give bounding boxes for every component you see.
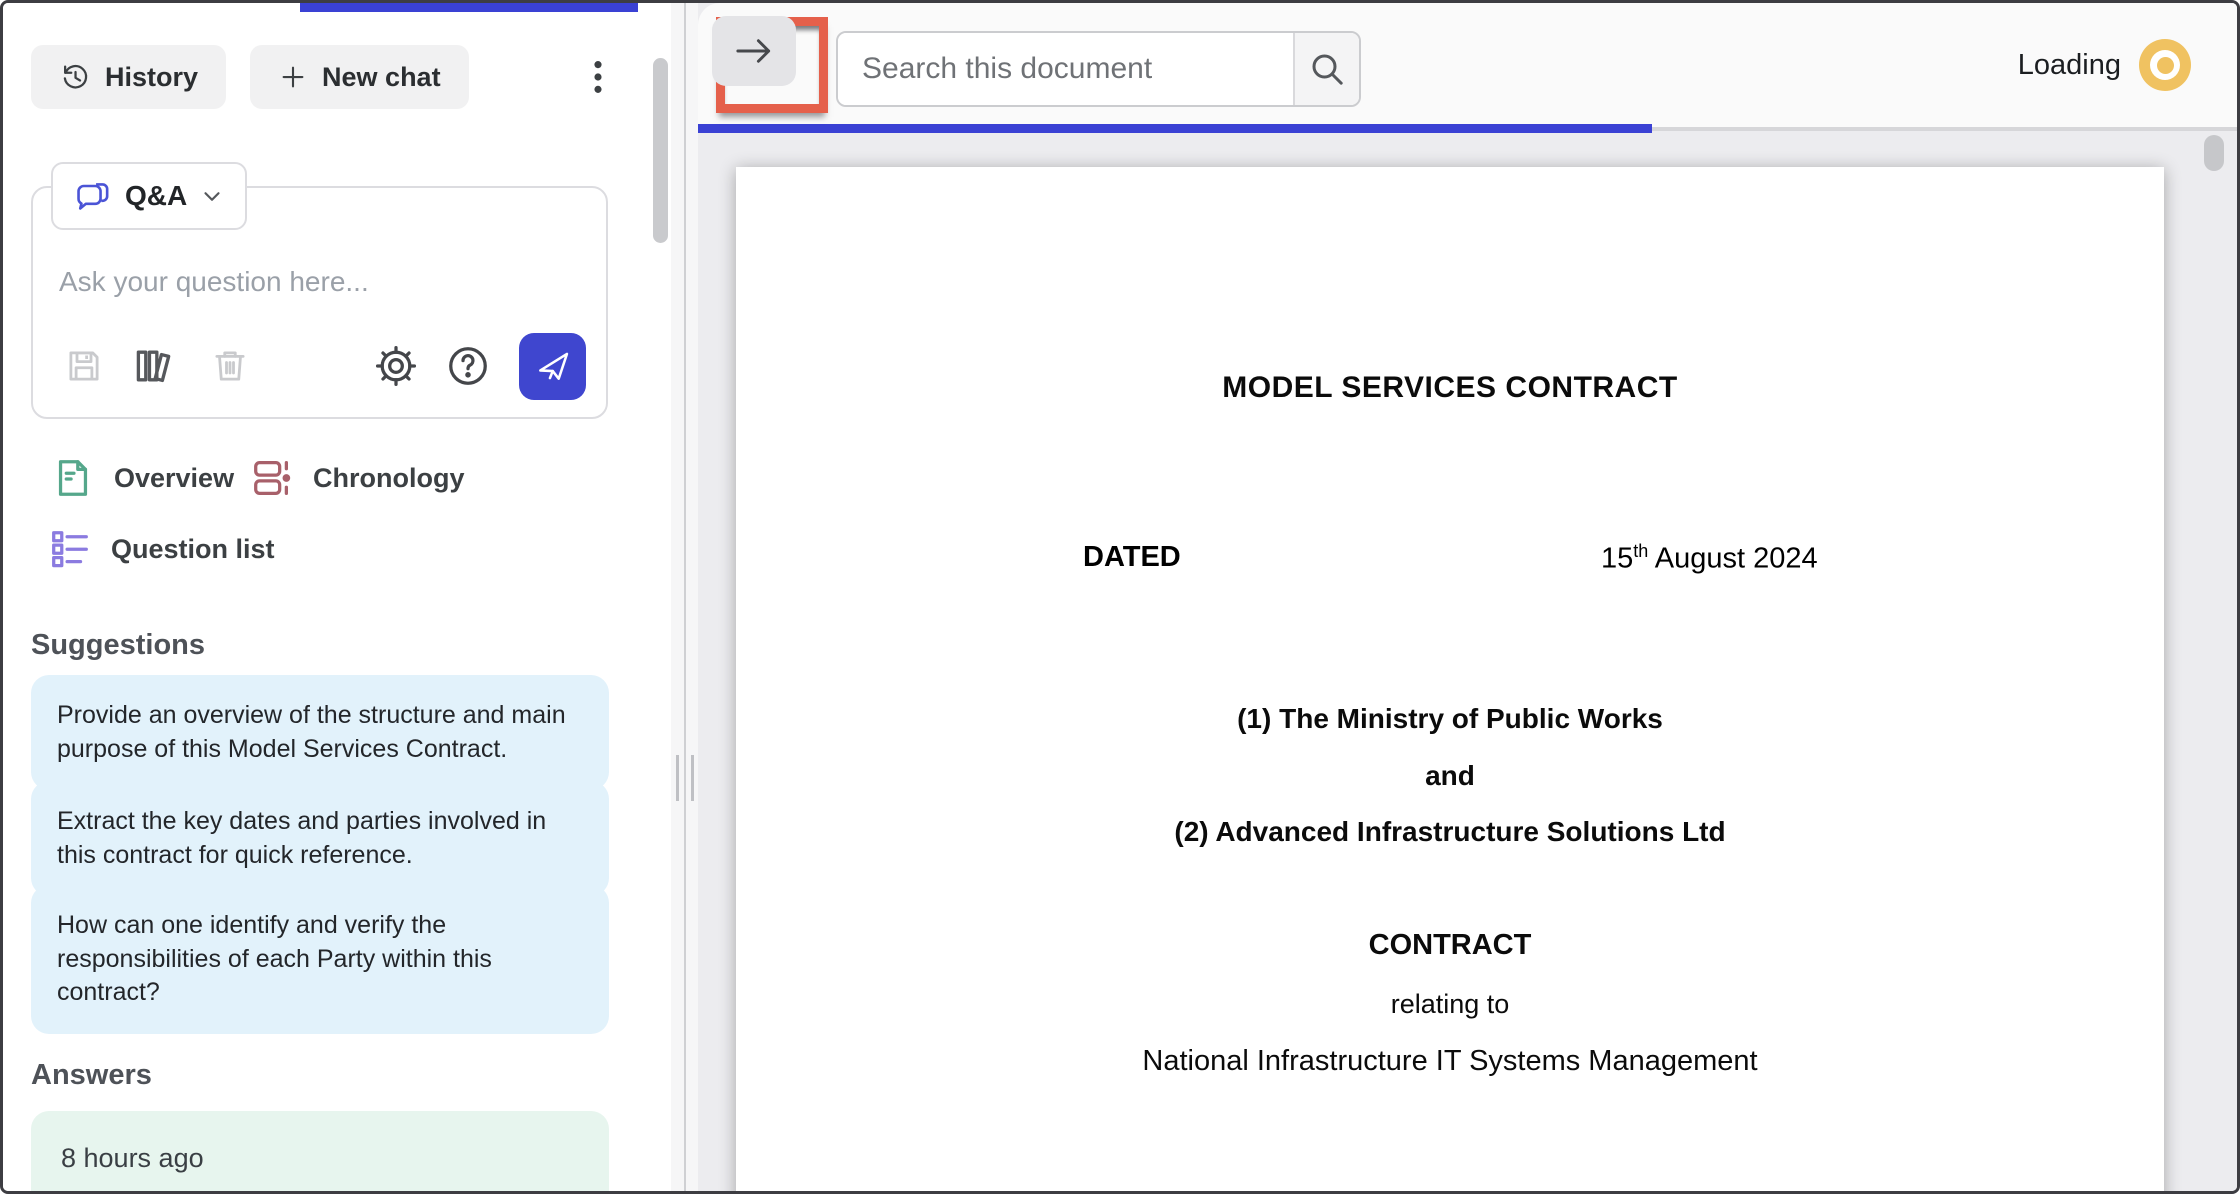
app-window: History New chat (0, 0, 2240, 1194)
divider-drag-handle[interactable] (671, 755, 698, 801)
search-submit-button[interactable] (1293, 33, 1359, 105)
more-options-kebab-icon[interactable] (575, 49, 621, 105)
answer-card[interactable]: 8 hours ago (31, 1111, 609, 1194)
suggestion-card[interactable]: Extract the key dates and parties involv… (31, 781, 609, 896)
answers-heading: Answers (31, 1059, 152, 1092)
collapse-sidebar-arrow-button[interactable] (712, 16, 796, 86)
loading-indicator: Loading (2018, 37, 2191, 93)
document-search-group (836, 31, 1361, 107)
history-button[interactable]: History (31, 45, 226, 109)
chat-actions-row (63, 331, 586, 401)
save-icon[interactable] (63, 345, 105, 387)
nav-chronology[interactable]: Chronology (249, 455, 464, 501)
loading-spinner-icon (2139, 39, 2191, 91)
document-scrollbar-thumb[interactable] (2204, 135, 2224, 171)
panel-divider (671, 3, 698, 1191)
new-chat-button[interactable]: New chat (250, 45, 469, 109)
document-subject: National Infrastructure IT Systems Manag… (736, 1045, 2164, 1078)
document-contract-label: CONTRACT (736, 929, 2164, 962)
paper-plane-icon (534, 347, 572, 385)
document-party-2: (2) Advanced Infrastructure Solutions Lt… (736, 816, 2164, 848)
question-input[interactable] (59, 266, 579, 326)
history-button-label: History (105, 62, 198, 93)
document-and: and (736, 760, 2164, 792)
question-list-icon (47, 526, 93, 572)
document-progress-fill (698, 124, 1652, 133)
document-pane: Loading MODEL SERVICES CONTRACT DATED 15… (698, 3, 2237, 1191)
arrow-right-icon (732, 34, 776, 68)
settings-gear-icon[interactable] (373, 343, 419, 389)
suggestions-heading: Suggestions (31, 629, 205, 662)
nav-question-list-label: Question list (111, 534, 275, 565)
sidebar-loading-accent-bar (300, 3, 638, 12)
nav-chronology-label: Chronology (313, 463, 464, 494)
magnifier-icon (1307, 49, 1347, 89)
library-books-icon[interactable] (131, 343, 179, 389)
chat-sidebar: History New chat (3, 3, 671, 1191)
chat-mode-label: Q&A (125, 180, 187, 212)
sidebar-header: History New chat (31, 45, 621, 109)
document-toolbar: Loading (698, 3, 2237, 127)
chat-mode-dropdown[interactable]: Q&A (51, 162, 247, 230)
chevron-down-icon (199, 183, 225, 209)
history-clock-icon (59, 61, 91, 93)
sidebar-scrollbar-thumb[interactable] (653, 58, 668, 243)
plus-icon (278, 62, 308, 92)
chat-input-card: Q&A (31, 186, 608, 419)
overview-document-icon (50, 455, 96, 501)
qa-bubbles-icon (73, 176, 113, 216)
nav-overview-label: Overview (114, 463, 234, 494)
nav-overview[interactable]: Overview (50, 455, 234, 501)
document-party-1: (1) The Ministry of Public Works (736, 703, 2164, 735)
document-relating-label: relating to (736, 989, 2164, 1020)
divider-line (684, 3, 686, 1191)
document-date: 15th August 2024 (1601, 541, 1818, 576)
document-search-input[interactable] (838, 33, 1293, 105)
chronology-timeline-icon (249, 455, 295, 501)
new-chat-button-label: New chat (322, 62, 441, 93)
suggestion-card[interactable]: Provide an overview of the structure and… (31, 675, 609, 790)
loading-label: Loading (2018, 49, 2121, 82)
trash-icon[interactable] (209, 345, 251, 387)
help-icon[interactable] (445, 343, 491, 389)
send-button[interactable] (519, 333, 586, 400)
nav-question-list[interactable]: Question list (47, 526, 275, 572)
document-title: MODEL SERVICES CONTRACT (736, 371, 2164, 405)
suggestion-card[interactable]: How can one identify and verify the resp… (31, 885, 609, 1034)
answer-timestamp: 8 hours ago (61, 1143, 204, 1173)
document-dated-label: DATED (1083, 541, 1181, 574)
document-page: MODEL SERVICES CONTRACT DATED 15th Augus… (736, 167, 2164, 1194)
